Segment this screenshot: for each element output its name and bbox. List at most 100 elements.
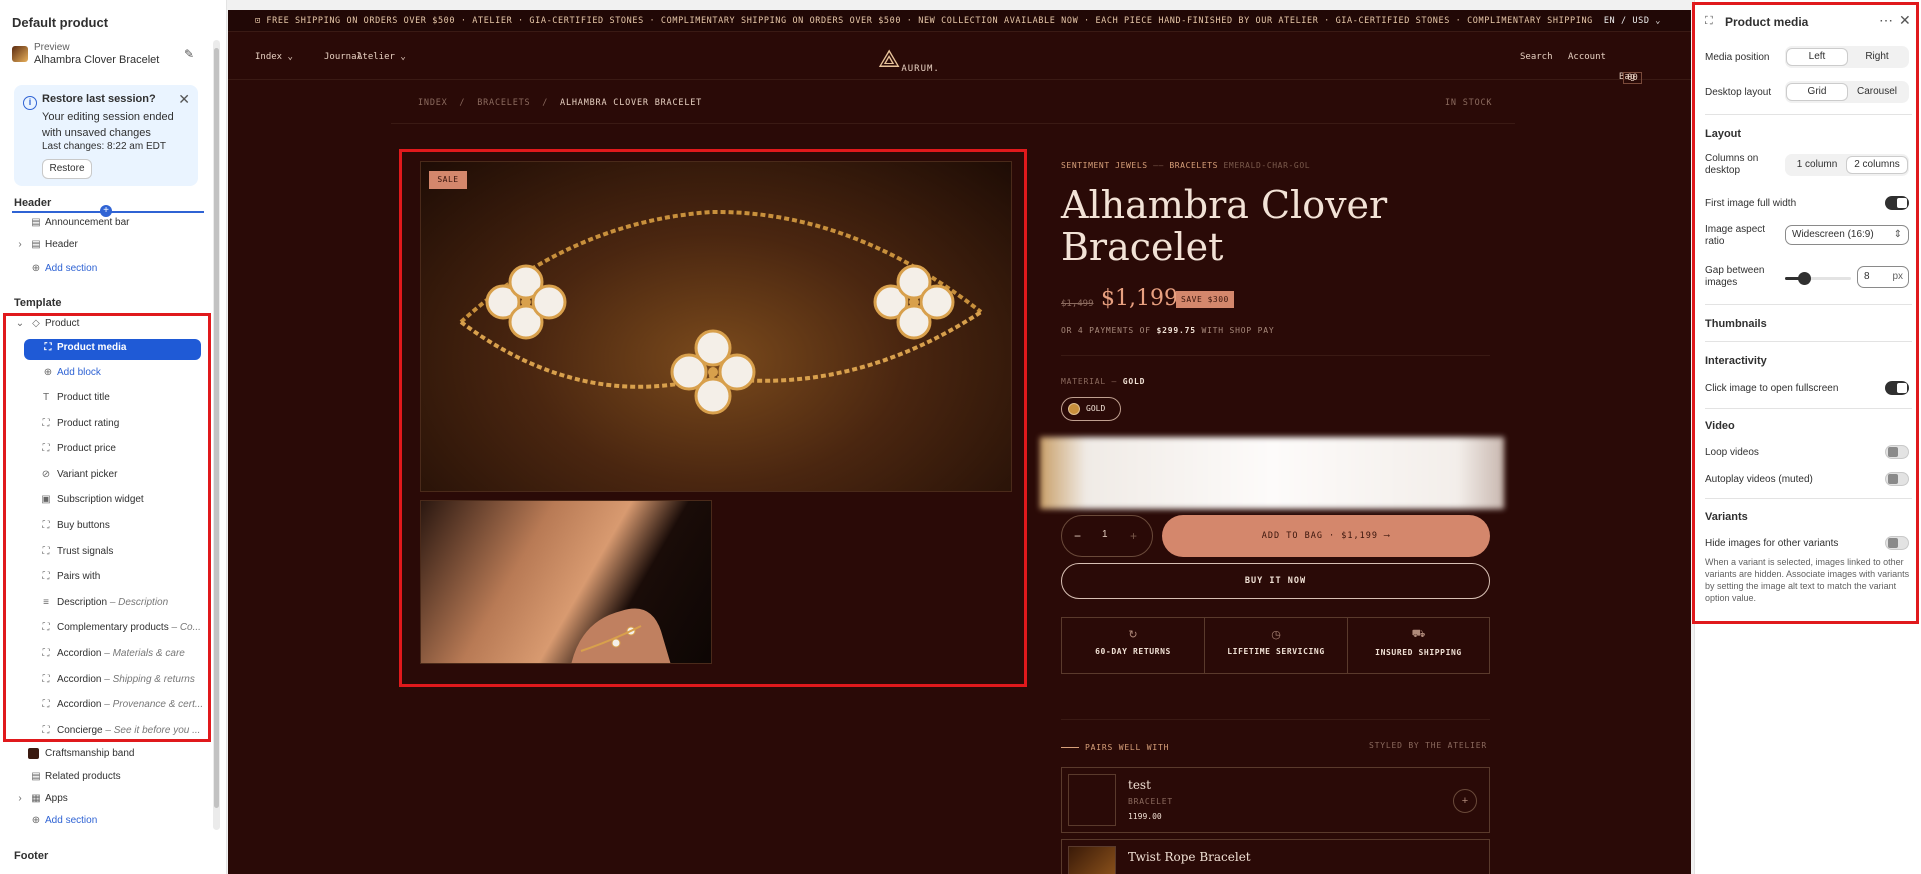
section-icon: ▤	[31, 771, 41, 782]
tree-item-label: Related products	[45, 771, 121, 782]
vendor-name[interactable]: SENTIMENT JEWELS	[1061, 161, 1148, 170]
material-value: GOLD	[1122, 377, 1146, 386]
vendor-type[interactable]: BRACELETS	[1169, 161, 1218, 170]
plus-circle-icon: ⊕	[31, 815, 41, 826]
site-header: Index ⌄ Journal Atelier ⌄ ⟁ AURUM. Searc…	[228, 32, 1691, 84]
highlight-settings-panel	[1692, 2, 1919, 624]
tree-item-related-products[interactable]: ▤ Related products	[0, 768, 212, 788]
tree-item-apps[interactable]: › ▦ Apps	[0, 790, 212, 810]
preview-label: Preview	[34, 42, 70, 53]
material-label: MATERIAL — GOLD	[1061, 377, 1145, 386]
gold-swatch-dot	[1068, 403, 1080, 415]
restore-session-notice: i Restore last session? ✕ Your editing s…	[14, 85, 198, 186]
add-to-bag-button[interactable]: ADD TO BAG · $1,199 ⟶	[1162, 515, 1490, 557]
installments-suffix: WITH SHOP PAY	[1201, 326, 1275, 335]
pairs-heading: PAIRS WELL WITH	[1061, 743, 1169, 752]
section-icon: ▤	[31, 239, 41, 250]
breadcrumb-index[interactable]: INDEX	[418, 98, 448, 108]
section-heading-header: Header	[14, 197, 52, 209]
pairs-title: PAIRS WELL WITH	[1085, 743, 1170, 752]
preview-thumbnail	[12, 46, 28, 62]
trust-signals: ↻ 60-DAY RETURNS ◷ LIFETIME SERVICING ⛟ …	[1061, 617, 1490, 674]
trust-label: INSURED SHIPPING	[1375, 648, 1462, 657]
divider	[1061, 355, 1490, 356]
close-icon[interactable]: ✕	[178, 91, 190, 108]
returns-icon: ↻	[1128, 629, 1138, 641]
nav-atelier[interactable]: Atelier ⌄	[357, 52, 406, 62]
quantity-stepper[interactable]: − 1 +	[1061, 515, 1153, 557]
announcement-text: ⊡ FREE SHIPPING ON ORDERS OVER $500 · AT…	[255, 16, 1593, 26]
restore-button[interactable]: Restore	[42, 159, 92, 179]
currency-selector[interactable]: EN / USD ⌄	[1597, 10, 1661, 31]
stock-status: IN STOCK	[1445, 98, 1493, 108]
divider	[391, 123, 1515, 124]
chevron-right-icon[interactable]: ›	[14, 239, 26, 251]
trust-shipping: ⛟ INSURED SHIPPING	[1348, 618, 1489, 673]
breadcrumb-current: ALHAMBRA CLOVER BRACELET	[560, 98, 703, 108]
pair-product-price: 1199.00	[1128, 812, 1162, 821]
trust-returns: ↻ 60-DAY RETURNS	[1062, 618, 1205, 673]
add-plus-icon[interactable]: +	[1453, 789, 1477, 813]
installments-text: OR 4 PAYMENTS OF $299.75 WITH SHOP PAY	[1061, 326, 1274, 335]
variant-swatch-gold[interactable]: GOLD	[1061, 397, 1121, 421]
truck-icon: ⛟	[1411, 628, 1426, 640]
logo-text: AURUM.	[901, 64, 940, 74]
pair-product-card[interactable]: test BRACELET 1199.00 +	[1061, 767, 1490, 833]
preview-selector[interactable]: Preview Alhambra Clover Bracelet ✎	[12, 41, 212, 67]
add-section-label: Add section	[45, 263, 98, 274]
nav-search[interactable]: Search	[1520, 52, 1553, 62]
compare-at-price: $1,499	[1061, 299, 1094, 309]
nav-account[interactable]: Account	[1568, 52, 1606, 62]
tree-item-craftsmanship-band[interactable]: Craftsmanship band	[0, 745, 212, 765]
product-price: $1,199	[1101, 286, 1178, 311]
product-vendor-line: SENTIMENT JEWELS —— BRACELETS EMERALD-CH…	[1061, 161, 1310, 170]
tree-item-label: Header	[45, 239, 78, 250]
minus-icon[interactable]: −	[1074, 529, 1081, 543]
subscription-widget-placeholder	[1040, 437, 1504, 509]
tree-item-header[interactable]: › ▤ Header	[0, 236, 212, 256]
section-heading-template: Template	[14, 297, 62, 309]
sidebar-scrollbar-thumb[interactable]	[214, 48, 219, 808]
bag-count: 00	[1623, 72, 1642, 84]
buy-it-now-button[interactable]: BUY IT NOW	[1061, 563, 1490, 599]
trust-label: LIFETIME SERVICING	[1227, 647, 1325, 656]
installments-prefix: OR 4 PAYMENTS OF	[1061, 326, 1151, 335]
edit-pencil-icon[interactable]: ✎	[184, 47, 194, 61]
product-title: Alhambra Clover Bracelet	[1061, 183, 1388, 269]
chevron-right-icon[interactable]: ›	[14, 793, 26, 805]
pair-product-thumbnail	[1068, 846, 1116, 874]
nav-index[interactable]: Index ⌄	[255, 52, 293, 62]
add-section-button[interactable]: ⊕ Add section	[0, 812, 212, 832]
notice-body: Your editing session ended with unsaved …	[42, 111, 174, 139]
info-icon: i	[23, 96, 37, 110]
notice-title: Restore last session?	[42, 93, 156, 105]
trust-label: 60-DAY RETURNS	[1095, 647, 1171, 656]
plus-icon[interactable]: +	[1130, 529, 1137, 543]
breadcrumb: INDEX / BRACELETS / ALHAMBRA CLOVER BRAC…	[418, 98, 703, 108]
pair-product-name: test	[1128, 778, 1151, 792]
vendor-sku: EMERALD-CHAR-GOL	[1223, 161, 1311, 170]
pair-product-thumbnail	[1068, 774, 1116, 826]
tree-item-label: Announcement bar	[45, 217, 130, 228]
breadcrumb-bracelets[interactable]: BRACELETS	[477, 98, 530, 108]
quantity-value: 1	[1102, 529, 1108, 540]
highlight-product-media	[399, 149, 1027, 687]
divider	[1061, 719, 1490, 720]
swatch-label: GOLD	[1086, 404, 1106, 413]
add-section-label: Add section	[45, 815, 98, 826]
highlight-block-list	[3, 313, 211, 742]
pairs-rule	[1061, 747, 1079, 748]
tree-item-label: Apps	[45, 793, 68, 804]
notice-last-change: Last changes: 8:22 am EDT	[42, 141, 166, 152]
store-logo[interactable]: ⟁ AURUM.	[878, 44, 939, 74]
section-icon: ▤	[31, 217, 41, 228]
template-title[interactable]: Default product	[12, 15, 108, 30]
tree-item-announcement-bar[interactable]: ▤ Announcement bar	[0, 214, 212, 234]
add-section-button[interactable]: ⊕ Add section	[0, 260, 212, 280]
pair-product-card[interactable]: Twist Rope Bracelet	[1061, 839, 1490, 874]
section-heading-footer: Footer	[14, 850, 49, 862]
pair-product-name: Twist Rope Bracelet	[1128, 850, 1251, 864]
plus-circle-icon: ⊕	[31, 263, 41, 274]
announcement-bar: ⊡ FREE SHIPPING ON ORDERS OVER $500 · AT…	[228, 10, 1691, 32]
apps-icon: ▦	[31, 793, 41, 804]
